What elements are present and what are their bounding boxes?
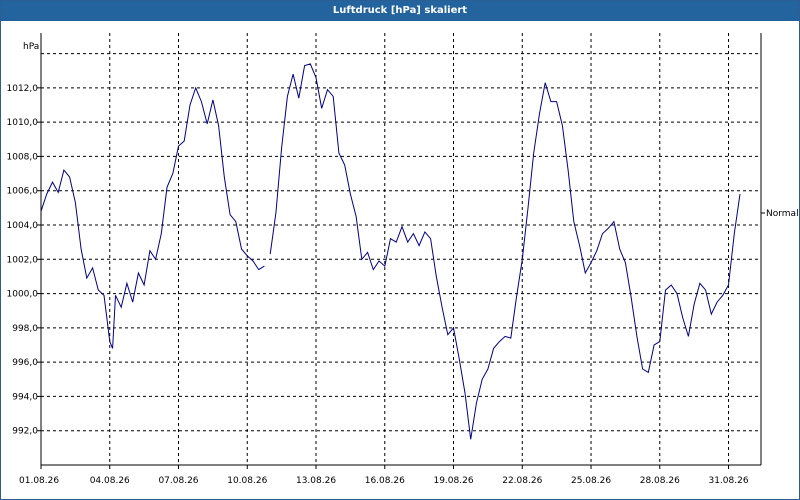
y-tick-label: 1008,0	[7, 152, 39, 162]
y-tick-label: 994,0	[12, 392, 38, 402]
y-axis-label: hPa	[23, 42, 39, 52]
y-tick-label: 1002,0	[7, 255, 39, 265]
x-tick-label: 31.08.26	[708, 476, 748, 486]
series-lines	[40, 63, 741, 440]
x-tick-labels: 01.08.26 04.08.26 07.08.26 10.08.26 13.08.26…	[19, 476, 749, 486]
x-tick-label: 07.08.26	[158, 476, 198, 486]
x-tick-label: 01.08.26	[19, 476, 59, 486]
x-tick-label: 04.08.26	[90, 476, 130, 486]
x-tick-label: 22.08.26	[502, 476, 542, 486]
axes	[37, 33, 765, 469]
series-line-normal	[269, 63, 741, 440]
y-tick-label: 1004,0	[7, 221, 39, 231]
x-tick-label: 19.08.26	[433, 476, 473, 486]
y-tick-label: 1010,0	[7, 118, 39, 128]
series-label-normal: Normal	[766, 209, 799, 219]
chart-window: Luftdruck [hPa] skaliert 992,0 994,0 996,0…	[0, 0, 800, 500]
y-tick-labels: 992,0 994,0 996,0 998,0 1000,0 1002,0 1004,0 10…	[7, 84, 39, 437]
x-tick-label: 16.08.26	[365, 476, 405, 486]
chart-plot: 992,0 994,0 996,0 998,0 1000,0 1002,0 1004,0 10…	[7, 33, 799, 486]
y-tick-label: 998,0	[12, 324, 38, 334]
y-tick-label: 1006,0	[7, 187, 39, 197]
x-tick-label: 25.08.26	[571, 476, 611, 486]
grid-lines	[41, 33, 761, 465]
x-tick-label: 28.08.26	[640, 476, 680, 486]
y-tick-label: 992,0	[12, 427, 38, 437]
y-tick-label: 1000,0	[7, 290, 39, 300]
series-line-normal	[40, 86, 265, 349]
y-tick-label: 1012,0	[7, 84, 39, 94]
x-tick-label: 13.08.26	[296, 476, 336, 486]
x-tick-label: 10.08.26	[227, 476, 267, 486]
y-tick-label: 996,0	[12, 358, 38, 368]
chart-title: Luftdruck [hPa] skaliert	[1, 1, 799, 21]
